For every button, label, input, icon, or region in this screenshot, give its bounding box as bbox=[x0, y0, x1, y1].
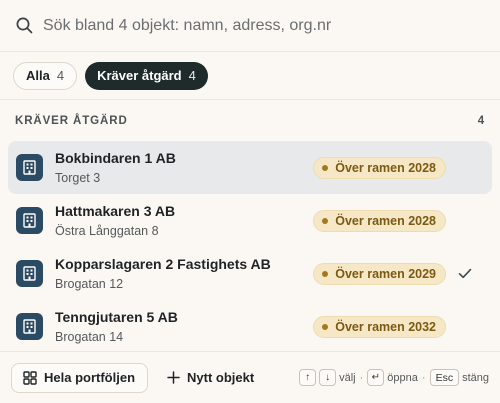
building-icon bbox=[16, 313, 43, 340]
hint-close-label: stäng bbox=[462, 371, 489, 384]
item-address: Brogatan 12 bbox=[55, 277, 124, 291]
item-name: Tenngjutaren 5 AB bbox=[55, 309, 178, 325]
filter-chip-count: 4 bbox=[188, 68, 196, 83]
object-list: Bokbindaren 1 AB Torget 3 Över ramen 202… bbox=[0, 141, 500, 353]
key-down: ↓ bbox=[319, 369, 337, 386]
whole-portfolio-label: Hela portföljen bbox=[44, 370, 136, 385]
item-name: Hattmakaren 3 AB bbox=[55, 203, 176, 219]
status-badge: Över ramen 2029 bbox=[313, 262, 446, 285]
search-input[interactable] bbox=[43, 16, 483, 35]
filter-chip-label: Alla bbox=[26, 68, 50, 83]
whole-portfolio-button[interactable]: Hela portföljen bbox=[11, 362, 149, 393]
hint-select-label: välj bbox=[339, 371, 356, 384]
section-header: KRÄVER ÅTGÄRD 4 bbox=[0, 101, 500, 141]
status-badge-label: Över ramen 2028 bbox=[335, 160, 436, 175]
search-icon bbox=[16, 17, 33, 34]
item-name: Kopparslagaren 2 Fastighets AB bbox=[55, 256, 271, 272]
list-item[interactable]: Bokbindaren 1 AB Torget 3 Över ramen 202… bbox=[8, 141, 492, 194]
key-up: ↑ bbox=[299, 369, 317, 386]
item-address: Östra Långgatan 8 bbox=[55, 224, 159, 238]
footer-bar: Hela portföljen Nytt objekt ↑ ↓ välj · ↵… bbox=[0, 351, 500, 403]
status-badge-label: Över ramen 2032 bbox=[335, 319, 436, 334]
plus-icon bbox=[167, 371, 180, 384]
section-count: 4 bbox=[477, 115, 485, 127]
status-dot bbox=[322, 217, 329, 224]
filter-bar: Alla 4 Kräver åtgärd 4 bbox=[0, 52, 500, 100]
grid-icon bbox=[23, 370, 37, 385]
status-badge-label: Över ramen 2028 bbox=[335, 213, 436, 228]
filter-chip-label: Kräver åtgärd bbox=[97, 68, 182, 83]
key-esc: Esc bbox=[429, 369, 460, 386]
keyboard-hints: ↑ ↓ välj · ↵ öppna · Esc stäng bbox=[299, 369, 489, 386]
item-address: Torget 3 bbox=[55, 171, 101, 185]
filter-chip-requires-action[interactable]: Kräver åtgärd 4 bbox=[85, 61, 208, 90]
building-icon bbox=[16, 260, 43, 287]
filter-chip-count: 4 bbox=[56, 68, 65, 83]
status-dot bbox=[322, 323, 329, 330]
status-badge: Över ramen 2032 bbox=[313, 315, 446, 338]
new-object-label: Nytt objekt bbox=[187, 370, 255, 385]
item-trail bbox=[446, 268, 484, 279]
hint-separator: · bbox=[359, 371, 364, 384]
hint-separator: · bbox=[421, 371, 426, 384]
status-badge: Över ramen 2028 bbox=[313, 156, 446, 179]
hint-open-label: öppna bbox=[387, 371, 418, 384]
building-icon bbox=[16, 154, 43, 181]
status-dot bbox=[322, 270, 329, 277]
list-item[interactable]: Tenngjutaren 5 AB Brogatan 14 Över ramen… bbox=[8, 300, 492, 353]
list-item[interactable]: Hattmakaren 3 AB Östra Långgatan 8 Över … bbox=[8, 194, 492, 247]
section-title: KRÄVER ÅTGÄRD bbox=[15, 115, 128, 127]
check-icon bbox=[458, 268, 472, 279]
building-icon bbox=[16, 207, 43, 234]
search-bar bbox=[0, 0, 500, 52]
key-enter: ↵ bbox=[367, 369, 385, 386]
list-item[interactable]: Kopparslagaren 2 Fastighets AB Brogatan … bbox=[8, 247, 492, 300]
status-badge: Över ramen 2028 bbox=[313, 209, 446, 232]
status-dot bbox=[322, 164, 329, 171]
command-palette: Alla 4 Kräver åtgärd 4 KRÄVER ÅTGÄRD 4 B… bbox=[0, 0, 500, 403]
filter-chip-all[interactable]: Alla 4 bbox=[13, 61, 78, 90]
new-object-button[interactable]: Nytt objekt bbox=[167, 363, 254, 393]
item-address: Brogatan 14 bbox=[55, 330, 124, 344]
item-name: Bokbindaren 1 AB bbox=[55, 150, 176, 166]
status-badge-label: Över ramen 2029 bbox=[335, 266, 436, 281]
